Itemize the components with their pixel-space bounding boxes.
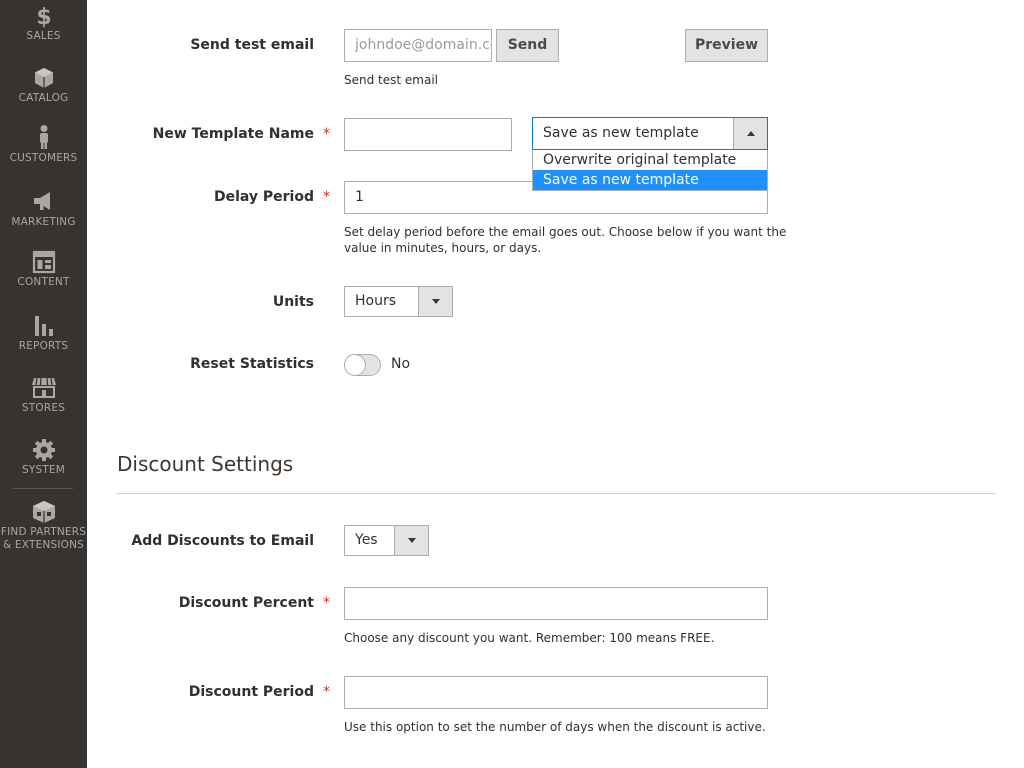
discount-percent-note: Choose any discount you want. Remember: … bbox=[344, 631, 715, 645]
new-template-name-label: New Template Name bbox=[152, 126, 314, 142]
bar-chart-icon bbox=[0, 314, 87, 338]
dollar-icon: $ bbox=[0, 4, 87, 30]
sidebar-item-system[interactable]: SYSTEM bbox=[0, 438, 87, 477]
required-mark: * bbox=[323, 595, 330, 611]
storefront-icon bbox=[0, 376, 87, 400]
reset-statistics-toggle[interactable] bbox=[344, 354, 381, 376]
send-test-email-note: Send test email bbox=[344, 73, 438, 87]
discount-period-note: Use this option to set the number of day… bbox=[344, 720, 766, 734]
units-label: Units bbox=[272, 294, 314, 310]
select-toggle[interactable] bbox=[733, 118, 767, 149]
delay-period-note-line2: value in minutes, hours, or days. bbox=[344, 241, 542, 255]
admin-sidebar: $ SALES CATALOG CUSTOMERS MARKETING CONT… bbox=[0, 0, 87, 768]
test-email-input[interactable]: johndoe@domain.com bbox=[344, 29, 492, 62]
delay-period-note-line1: Set delay period before the email goes o… bbox=[344, 225, 787, 239]
chevron-down-icon bbox=[408, 538, 416, 543]
reset-statistics-label: Reset Statistics bbox=[190, 356, 314, 372]
sidebar-item-label: SALES bbox=[26, 30, 61, 42]
sidebar-item-label-line2: & EXTENSIONS bbox=[2, 539, 85, 551]
cube-icon bbox=[0, 66, 87, 90]
units-select[interactable]: Hours bbox=[344, 286, 453, 317]
discount-period-input[interactable] bbox=[344, 676, 768, 709]
discount-percent-label: Discount Percent bbox=[178, 595, 314, 611]
add-discounts-selected: Yes bbox=[355, 532, 378, 548]
sidebar-item-reports[interactable]: REPORTS bbox=[0, 314, 87, 353]
svg-text:$: $ bbox=[36, 5, 51, 30]
section-title-discount-settings[interactable]: Discount Settings bbox=[117, 452, 293, 476]
extensions-box-icon bbox=[0, 500, 87, 524]
reset-statistics-state: No bbox=[391, 356, 411, 372]
discount-period-label: Discount Period bbox=[188, 684, 314, 700]
option-save-as-new[interactable]: Save as new template bbox=[533, 170, 767, 190]
megaphone-icon bbox=[0, 190, 87, 214]
sidebar-item-label: MARKETING bbox=[11, 216, 76, 228]
section-divider bbox=[117, 493, 995, 494]
chevron-up-icon bbox=[747, 131, 755, 136]
required-mark: * bbox=[323, 684, 330, 700]
sidebar-item-label: REPORTS bbox=[18, 340, 69, 352]
delay-period-label: Delay Period bbox=[213, 189, 314, 205]
sidebar-item-stores[interactable]: STORES bbox=[0, 376, 87, 415]
units-selected: Hours bbox=[355, 293, 397, 309]
new-template-name-input[interactable] bbox=[344, 118, 512, 151]
sidebar-item-customers[interactable]: CUSTOMERS bbox=[0, 124, 87, 165]
sidebar-item-label: CONTENT bbox=[17, 276, 70, 288]
sidebar-item-catalog[interactable]: CATALOG bbox=[0, 66, 87, 105]
preview-button[interactable]: Preview bbox=[685, 29, 768, 62]
sidebar-item-sales[interactable]: $ SALES bbox=[0, 4, 87, 43]
layout-icon bbox=[0, 250, 87, 274]
sidebar-divider bbox=[13, 488, 73, 489]
sidebar-item-find-partners[interactable]: FIND PARTNERS & EXTENSIONS bbox=[0, 500, 87, 552]
option-overwrite-original[interactable]: Overwrite original template bbox=[533, 150, 767, 170]
sidebar-item-label: SYSTEM bbox=[21, 464, 66, 476]
select-toggle[interactable] bbox=[394, 526, 428, 555]
sidebar-item-label: STORES bbox=[21, 402, 66, 414]
sidebar-item-label: CATALOG bbox=[18, 92, 69, 104]
gear-icon bbox=[0, 438, 87, 462]
add-discounts-label: Add Discounts to Email bbox=[131, 533, 314, 549]
template-save-mode-select-head[interactable]: Save as new template bbox=[532, 117, 768, 150]
toggle-knob bbox=[344, 354, 366, 376]
chevron-down-icon bbox=[432, 299, 440, 304]
template-save-mode-options: Overwrite original template Save as new … bbox=[532, 150, 768, 191]
template-save-mode-selected: Save as new template bbox=[543, 125, 699, 141]
add-discounts-select[interactable]: Yes bbox=[344, 525, 429, 556]
select-toggle[interactable] bbox=[418, 287, 452, 316]
discount-percent-input[interactable] bbox=[344, 587, 768, 620]
required-mark: * bbox=[323, 189, 330, 205]
sidebar-item-label: CUSTOMERS bbox=[9, 152, 78, 164]
sidebar-item-marketing[interactable]: MARKETING bbox=[0, 190, 87, 229]
send-test-email-label: Send test email bbox=[190, 37, 314, 53]
sidebar-item-content[interactable]: CONTENT bbox=[0, 250, 87, 289]
required-mark: * bbox=[323, 126, 330, 142]
person-icon bbox=[0, 124, 87, 150]
send-button[interactable]: Send bbox=[496, 29, 559, 62]
sidebar-item-label: FIND PARTNERS bbox=[0, 526, 87, 538]
